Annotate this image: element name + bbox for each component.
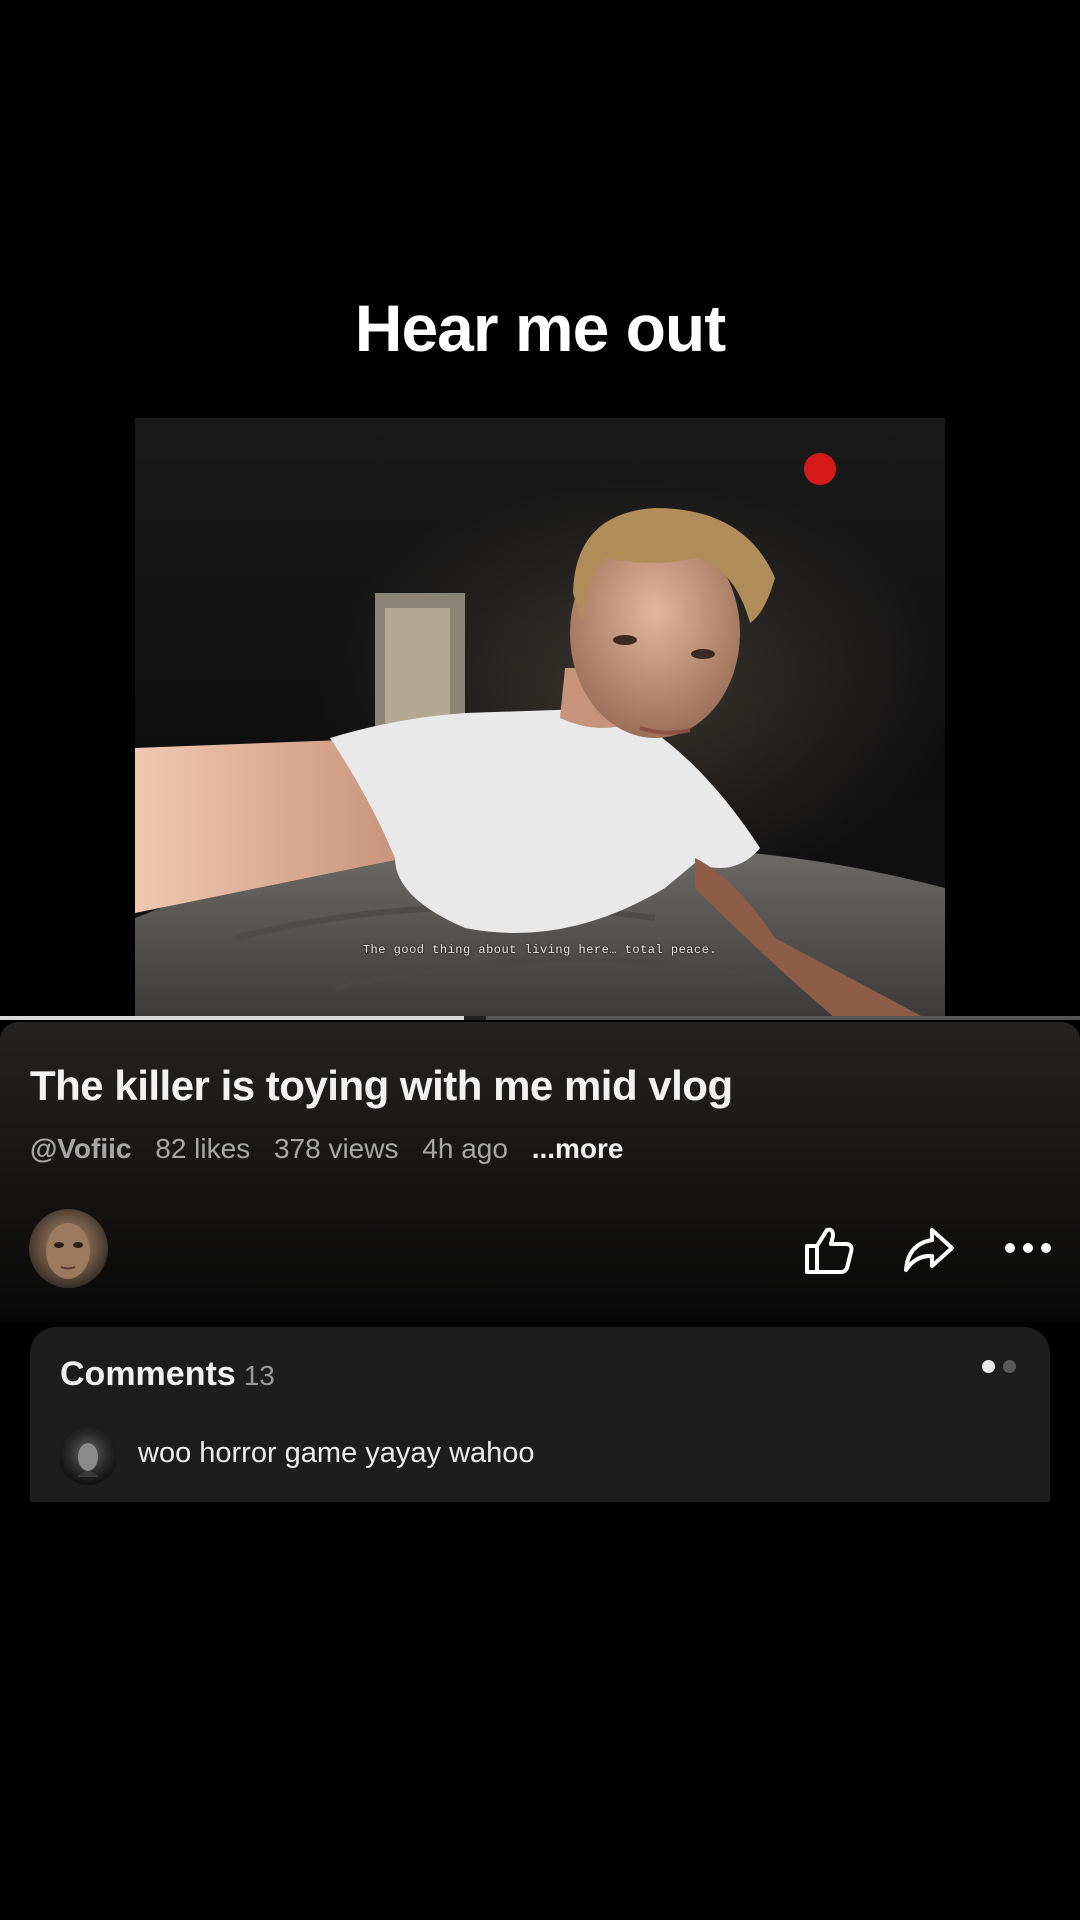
- channel-handle[interactable]: @Vofiic: [30, 1133, 131, 1164]
- channel-avatar[interactable]: [29, 1209, 108, 1288]
- comments-count: 13: [243, 1360, 275, 1391]
- video-title: The killer is toying with me mid vlog: [30, 1062, 733, 1109]
- video-meta: @Vofiic 82 likes 378 views 4h ago ...mor…: [30, 1133, 640, 1165]
- video-progress-bar[interactable]: [0, 1016, 1080, 1020]
- page-dot-inactive: [1003, 1360, 1016, 1373]
- commenter-avatar-icon: [77, 1443, 99, 1477]
- share-arrow-icon: [904, 1228, 954, 1272]
- video-player[interactable]: The good thing about living here… total …: [135, 418, 945, 1018]
- comments-panel[interactable]: Comments 13 woo horror game yayay wahoo: [30, 1327, 1050, 1502]
- record-indicator-icon: [804, 453, 836, 485]
- video-frame-illustration: [135, 453, 945, 1018]
- more-description-button[interactable]: ...more: [532, 1133, 624, 1164]
- more-options-button[interactable]: [1000, 1222, 1056, 1278]
- comments-header: Comments 13: [60, 1355, 275, 1394]
- more-dots-icon: [1005, 1243, 1051, 1253]
- progress-scrubber-gap: [464, 1016, 486, 1020]
- avatar-face-icon: [46, 1223, 90, 1279]
- comments-title: Comments: [60, 1355, 236, 1393]
- share-button[interactable]: [900, 1222, 956, 1278]
- views-count: 378 views: [273, 1133, 399, 1164]
- commenter-avatar[interactable]: [59, 1427, 117, 1485]
- page-dot-active: [982, 1360, 995, 1373]
- likes-count: 82 likes: [155, 1133, 251, 1164]
- comments-page-indicator: [974, 1360, 1016, 1378]
- upload-time: 4h ago: [422, 1133, 508, 1164]
- video-subtitle: The good thing about living here… total …: [362, 943, 718, 957]
- thumbs-up-icon: [805, 1227, 854, 1274]
- top-comment-text: woo horror game yayay wahoo: [138, 1437, 535, 1469]
- like-button[interactable]: [801, 1222, 857, 1278]
- caption-text: Hear me out: [354, 291, 726, 365]
- video-progress-fill: [0, 1016, 464, 1020]
